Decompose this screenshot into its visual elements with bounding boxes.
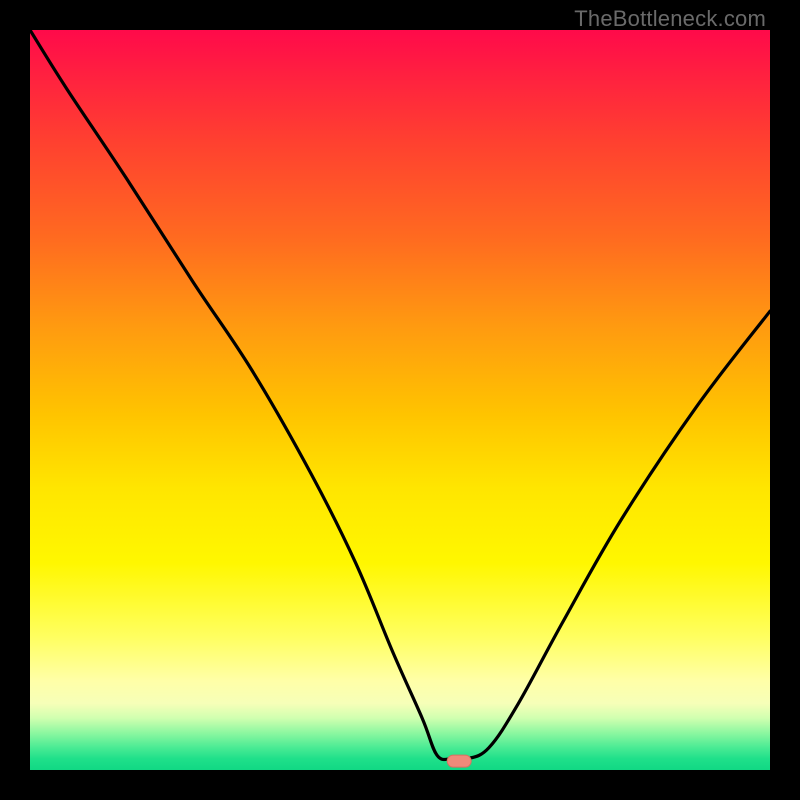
chart-frame: TheBottleneck.com: [0, 0, 800, 800]
plot-area: [30, 30, 770, 770]
bottleneck-curve: [30, 30, 770, 770]
watermark-text: TheBottleneck.com: [574, 6, 766, 32]
optimum-marker: [447, 755, 471, 767]
